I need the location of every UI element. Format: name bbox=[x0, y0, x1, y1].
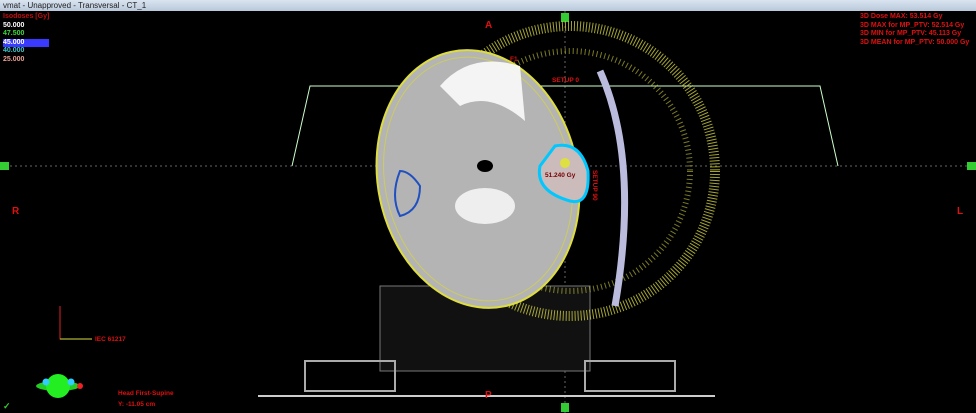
airway bbox=[477, 160, 493, 172]
patient-position: Head First-Supine bbox=[118, 390, 174, 397]
slice-position: Y: -11.05 cm bbox=[118, 401, 156, 408]
vertebra bbox=[455, 188, 515, 224]
window-title: vmat - Unapproved - Transversal - CT_1 bbox=[0, 0, 976, 11]
iec-axes bbox=[59, 306, 92, 340]
crosshair-handle-top[interactable] bbox=[561, 13, 569, 22]
coord-system-label: IEC 61217 bbox=[95, 336, 126, 343]
ct-viewport[interactable] bbox=[0, 11, 976, 413]
couch-right bbox=[584, 360, 676, 392]
status-check-icon: ✓ bbox=[3, 401, 11, 411]
beam-label-setup0[interactable]: SETUP 0 bbox=[552, 77, 579, 84]
orientation-left: L bbox=[957, 206, 964, 217]
crosshair-handle-right[interactable] bbox=[967, 162, 976, 170]
field-label[interactable]: F1 bbox=[510, 56, 518, 63]
orientation-posterior: P bbox=[485, 390, 492, 401]
dose-label: 51.240 Gy bbox=[545, 172, 576, 179]
isocenter bbox=[560, 158, 570, 168]
patient-orientation-icon bbox=[36, 374, 83, 398]
orientation-anterior: A bbox=[485, 20, 493, 31]
bolus bbox=[596, 69, 629, 307]
crosshair-handle-bottom[interactable] bbox=[561, 403, 569, 412]
orientation-right: R bbox=[12, 206, 20, 217]
crosshair-handle-left[interactable] bbox=[0, 162, 9, 170]
beam-label-setup90[interactable]: SETUP 90 bbox=[591, 170, 598, 201]
